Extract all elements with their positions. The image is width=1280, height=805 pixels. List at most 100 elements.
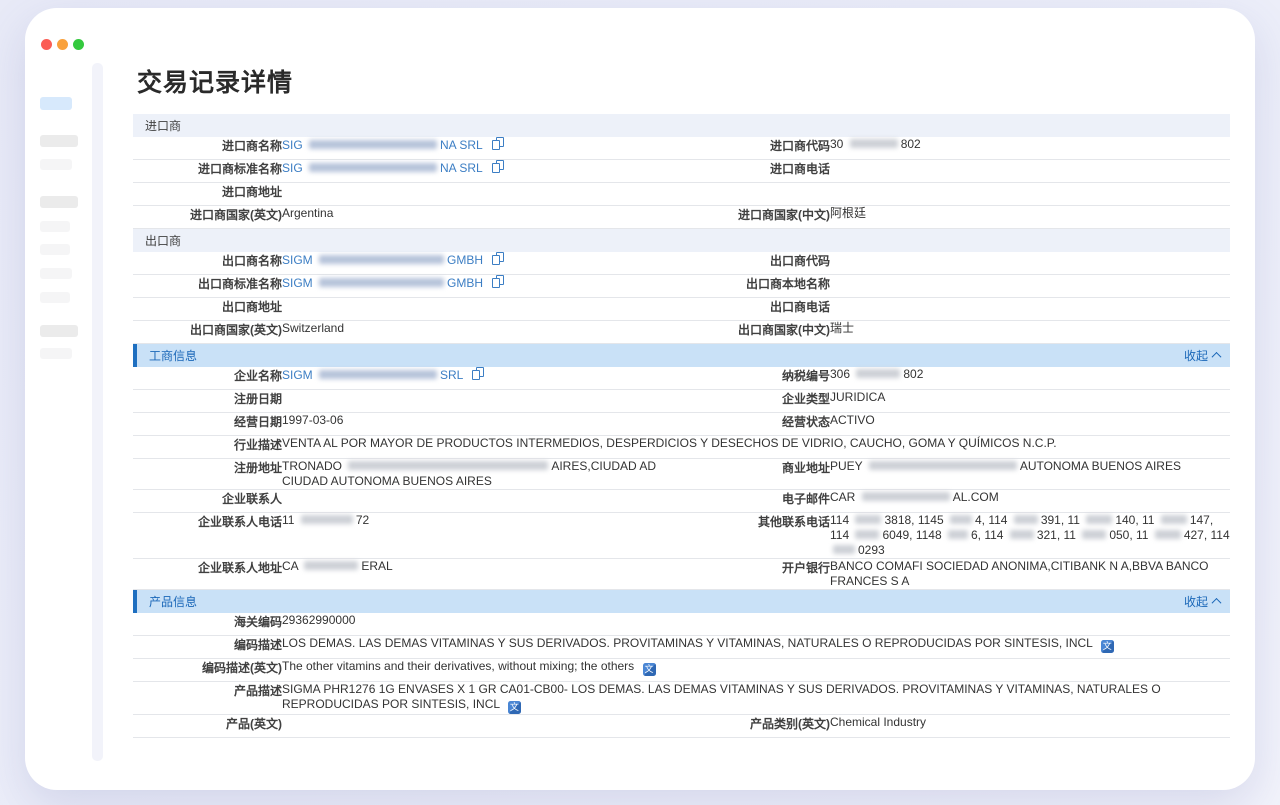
translate-icon[interactable]: 文: [508, 701, 521, 714]
value-text: 114: [830, 513, 849, 527]
browser-window: 交易记录详情 进口商进口商名称SIG NA SRL 进口商代码30 802 进口…: [25, 8, 1255, 790]
copy-icon[interactable]: [492, 275, 504, 289]
field-value: SIGM SRL: [282, 367, 683, 389]
value-text: Argentina: [282, 206, 333, 220]
section-title: 工商信息: [149, 347, 197, 364]
field-value: [830, 298, 1230, 320]
table-row: 编码描述LOS DEMAS. LAS DEMAS VITAMINAS Y SUS…: [133, 636, 1230, 659]
field-value: ACTIVO: [830, 413, 1230, 435]
field-value: [282, 490, 683, 512]
detail-table: 进口商进口商名称SIG NA SRL 进口商代码30 802 进口商标准名称SI…: [133, 114, 1230, 738]
collapse-label: 收起: [1184, 347, 1208, 364]
minimize-window-button[interactable]: [57, 39, 68, 50]
redacted-text: [833, 545, 855, 554]
company-link[interactable]: NA SRL: [440, 161, 482, 175]
company-link[interactable]: GMBH: [447, 276, 483, 290]
table-row: 注册地址TRONADO AIRES,CIUDAD AD CIUDAD AUTON…: [133, 459, 1230, 490]
translate-icon[interactable]: 文: [1101, 640, 1114, 653]
field-value: JURIDICA: [830, 390, 1230, 412]
field-value: SIG NA SRL: [282, 160, 683, 182]
maximize-window-button[interactable]: [73, 39, 84, 50]
field-value: LOS DEMAS. LAS DEMAS VITAMINAS Y SUS DER…: [282, 636, 1230, 658]
field-label: 注册地址: [133, 459, 282, 489]
field-label: 企业联系人地址: [133, 559, 282, 589]
value-text: 802: [903, 367, 923, 381]
field-value: SIGM GMBH: [282, 275, 683, 297]
table-row: 企业联系人地址CA ERAL 开户银行BANCO COMAFI SOCIEDAD…: [133, 559, 1230, 590]
field-value: SIGMA PHR1276 1G ENVASES X 1 GR CA01-CB0…: [282, 682, 1230, 714]
company-link[interactable]: SIG: [282, 161, 303, 175]
company-link[interactable]: SIG: [282, 138, 303, 152]
field-label: 进口商电话: [683, 160, 830, 182]
redacted-text: [1155, 530, 1181, 539]
window-controls: [41, 39, 84, 50]
sidebar-skeleton-item: [40, 135, 78, 147]
value-text: AL.COM: [953, 490, 999, 504]
value-text: 050, 11: [1109, 528, 1148, 542]
table-row: 企业联系人电话11 72 其他联系电话114 3818, 1145 4, 114…: [133, 513, 1230, 559]
field-value: TRONADO AIRES,CIUDAD AD CIUDAD AUTONOMA …: [282, 459, 683, 489]
redacted-text: [950, 515, 972, 524]
field-label: 进口商国家(英文): [133, 206, 282, 228]
collapse-button[interactable]: 收起: [1184, 593, 1220, 610]
field-label: 编码描述: [133, 636, 282, 658]
table-row: 出口商名称SIGM GMBH 出口商代码: [133, 252, 1230, 275]
field-label: 进口商标准名称: [133, 160, 282, 182]
table-row: 产品描述SIGMA PHR1276 1G ENVASES X 1 GR CA01…: [133, 682, 1230, 715]
value-text: 802: [901, 137, 921, 151]
field-label: 开户银行: [683, 559, 830, 589]
redacted-text: [309, 163, 437, 172]
sidebar-skeleton-item: [40, 244, 70, 255]
value-text: VENTA AL POR MAYOR DE PRODUCTOS INTERMED…: [282, 436, 1057, 450]
value-text: 391, 11: [1041, 513, 1080, 527]
field-value: 114 3818, 1145 4, 114 391, 11 140, 11 14…: [830, 513, 1230, 558]
value-text: AUTONOMA BUENOS AIRES: [1020, 459, 1181, 473]
company-link[interactable]: SIGM: [282, 276, 313, 290]
section-header-business-info: 工商信息 收起: [133, 344, 1230, 367]
field-value: [282, 715, 683, 737]
table-row: 海关编码29362990000: [133, 613, 1230, 636]
company-link[interactable]: NA SRL: [440, 138, 482, 152]
value-text: 6, 114: [971, 528, 1003, 542]
value-text: 306: [830, 367, 850, 381]
field-label: 行业描述: [133, 436, 282, 458]
collapse-button[interactable]: 收起: [1184, 347, 1220, 364]
panel-divider: [92, 63, 103, 761]
copy-icon[interactable]: [492, 137, 504, 151]
translate-icon[interactable]: 文: [643, 663, 656, 676]
copy-icon[interactable]: [492, 160, 504, 174]
field-label: 进口商国家(中文): [683, 206, 830, 228]
section-header-product-info: 产品信息收起: [133, 590, 1230, 613]
sidebar-skeleton-item: [40, 292, 70, 303]
field-label: 编码描述(英文): [133, 659, 282, 681]
redacted-text: [1082, 530, 1106, 539]
value-text: 30: [830, 137, 843, 151]
table-row: 注册日期企业类型JURIDICA: [133, 390, 1230, 413]
company-link[interactable]: SIGM: [282, 368, 313, 382]
table-row: 出口商标准名称SIGM GMBH 出口商本地名称: [133, 275, 1230, 298]
close-window-button[interactable]: [41, 39, 52, 50]
sidebar-skeleton-item: [40, 348, 72, 359]
redacted-text: [1014, 515, 1038, 524]
field-label: 企业联系人: [133, 490, 282, 512]
value-text: 6049, 1148: [882, 528, 941, 542]
value-text: CA: [282, 559, 298, 573]
company-link[interactable]: GMBH: [447, 253, 483, 267]
sidebar-item-active[interactable]: [40, 97, 72, 110]
field-label: 企业名称: [133, 367, 282, 389]
field-value: VENTA AL POR MAYOR DE PRODUCTOS INTERMED…: [282, 436, 1230, 458]
field-value: 瑞士: [830, 321, 1230, 343]
company-link[interactable]: SIGM: [282, 253, 313, 267]
company-link[interactable]: SRL: [440, 368, 463, 382]
redacted-text: [1161, 515, 1187, 524]
copy-icon[interactable]: [492, 252, 504, 266]
copy-icon[interactable]: [472, 367, 484, 381]
chevron-up-icon: [1212, 598, 1222, 608]
field-value: SIGM GMBH: [282, 252, 683, 274]
field-value: CA ERAL: [282, 559, 683, 589]
field-label: 企业联系人电话: [133, 513, 282, 558]
collapse-label: 收起: [1184, 593, 1208, 610]
table-row: 行业描述VENTA AL POR MAYOR DE PRODUCTOS INTE…: [133, 436, 1230, 459]
field-label: 进口商名称: [133, 137, 282, 159]
table-row: 出口商国家(英文)Switzerland 出口商国家(中文)瑞士: [133, 321, 1230, 344]
